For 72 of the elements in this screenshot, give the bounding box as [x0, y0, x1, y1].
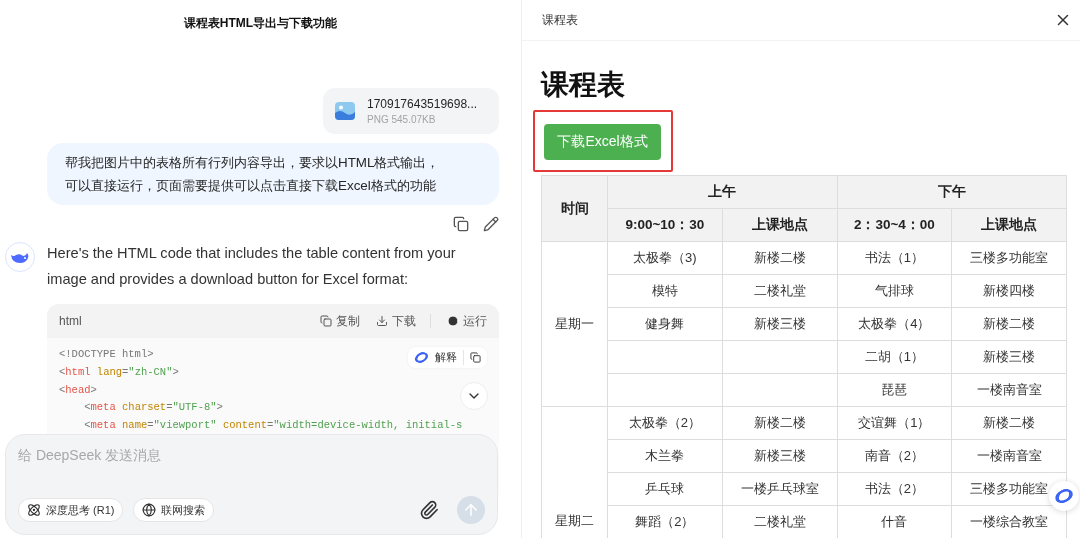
copy-icon [320, 315, 332, 327]
code-line: <meta name="viewport" content="width=device-width, initial-s [83, 418, 463, 434]
table-cell: 太极拳（3) [607, 241, 723, 275]
code-line: <html lang="zh-CN"> [59, 364, 179, 380]
day-cell: 星期一 [541, 241, 608, 407]
table-cell: 新楼四楼 [951, 274, 1067, 308]
table-cell: 二楼礼堂 [722, 274, 837, 308]
table-cell: 琵琶 [837, 373, 952, 407]
run-action[interactable]: 运行 [447, 312, 487, 330]
table-cell: 新楼二楼 [951, 406, 1067, 440]
image-file-icon [335, 102, 355, 120]
table-cell: 气排球 [837, 274, 952, 308]
edit-icon[interactable] [483, 216, 499, 232]
user-message: 帮我把图片中的表格所有行列内容导出，要求以HTML格式输出，可以直接运行，页面需要提供可以点击直接下载Excel格式的功能 [47, 143, 499, 205]
code-line: <!DOCTYPE html> [59, 347, 154, 362]
page-heading: 课程表 [541, 68, 626, 102]
table-cell: 一楼南音室 [951, 373, 1067, 407]
table-cell: 书法（2） [837, 472, 952, 506]
copy-icon [470, 352, 481, 363]
table-cell: 木兰拳 [607, 439, 723, 473]
header-cell: 9:00~10：30 [607, 208, 723, 242]
table-cell: 新楼二楼 [722, 406, 837, 440]
explain-button[interactable]: 解释 [414, 350, 464, 365]
header-cell: 下午 [837, 175, 1067, 209]
globe-icon [142, 503, 157, 517]
table-cell: 新楼二楼 [951, 307, 1067, 341]
deep-think-toggle[interactable]: 深度思考 (R1) [18, 498, 124, 522]
table-cell: 乒乓球 [607, 472, 723, 506]
table-cell: 太极拳（4） [837, 307, 952, 341]
swirl-icon [414, 350, 429, 365]
copy-icon[interactable] [453, 216, 469, 232]
swirl-icon [1054, 486, 1074, 506]
code-line: <meta charset="UTF-8"> [83, 400, 223, 416]
attachment-card[interactable]: 170917643519698... PNG 545.07KB [323, 88, 499, 134]
download-icon [376, 315, 388, 327]
day-cell: 星期二 [541, 406, 608, 538]
table-cell: 书法（1） [837, 241, 952, 275]
code-line: <head> [59, 382, 97, 398]
scroll-down-button[interactable] [460, 382, 488, 410]
table-cell: 健身舞 [607, 307, 723, 341]
paperclip-icon [419, 500, 439, 520]
table-cell: 新楼三楼 [951, 340, 1067, 374]
table-cell: 一楼南音室 [951, 439, 1067, 473]
assistant-message: Here's the HTML code that includes the table content from your image and provides a download button for Excel format: [47, 244, 457, 289]
table-cell: 二胡（1） [837, 340, 952, 374]
file-meta: PNG 545.07KB [367, 114, 437, 125]
atom-icon [27, 503, 41, 517]
table-cell: 新楼二楼 [722, 241, 837, 275]
table-cell: 交谊舞（1） [837, 406, 952, 440]
code-language: html [59, 314, 83, 328]
table-cell: 三楼多功能室 [951, 241, 1067, 275]
table-cell: 一楼乒乓球室 [722, 472, 837, 506]
attach-button[interactable] [419, 500, 439, 520]
web-search-toggle[interactable]: 联网搜索 [133, 498, 215, 522]
download-action[interactable]: 下载 [376, 312, 416, 330]
copy-button[interactable] [470, 352, 481, 363]
header-cell: 上课地点 [951, 208, 1067, 242]
copy-action[interactable]: 复制 [320, 312, 360, 330]
floating-assistant-button[interactable] [1049, 481, 1079, 511]
chat-title: 课程表HTML导出与下载功能 [182, 15, 339, 32]
table-cell: 新楼三楼 [722, 439, 837, 473]
header-cell: 时间 [541, 175, 608, 242]
file-name: 170917643519698... [367, 97, 478, 111]
table-cell: 南音（2） [837, 439, 952, 473]
table-cell: 新楼三楼 [722, 307, 837, 341]
header-cell: 上午 [607, 175, 837, 209]
preview-title: 课程表 [542, 11, 578, 29]
header-cell: 上课地点 [722, 208, 837, 242]
message-field[interactable]: 给 DeepSeek 发送消息 [18, 447, 485, 463]
header-cell: 2：30~4：00 [837, 208, 952, 242]
table-cell: 模特 [607, 274, 723, 308]
table-cell: 太极拳（2） [607, 406, 723, 440]
